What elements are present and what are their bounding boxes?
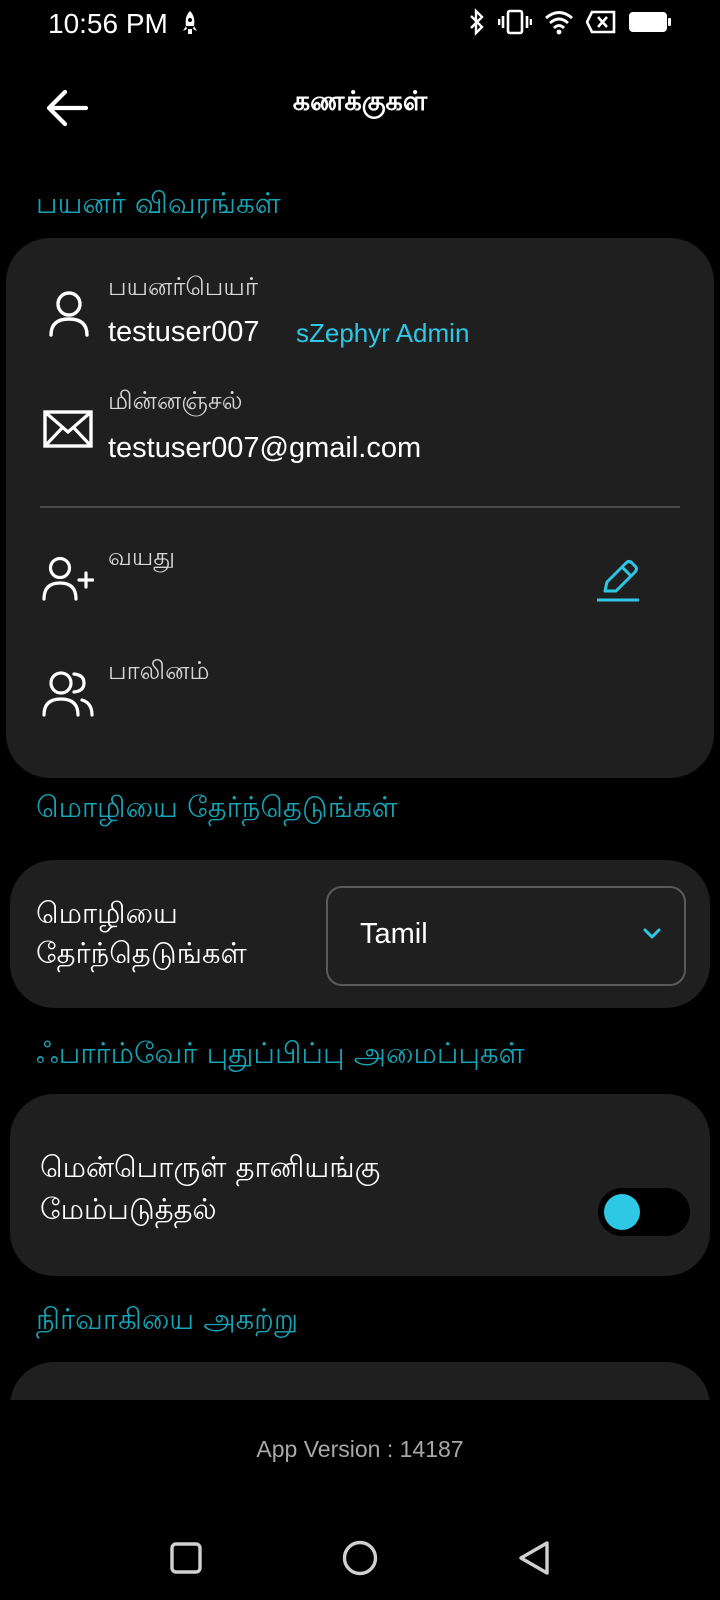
auto-update-toggle[interactable] — [598, 1188, 690, 1236]
page-title: கணக்குகள் — [292, 86, 428, 117]
auto-update-label-line2: மேம்படுத்தல் — [40, 1192, 217, 1226]
user-plus-icon — [38, 552, 98, 604]
language-label: மொழியை தேர்ந்தெடுங்கள் — [36, 893, 247, 973]
users-icon — [38, 666, 98, 720]
section-header-language: மொழியை தேர்ந்தெடுங்கள் — [36, 790, 398, 824]
language-selected-value: Tamil — [360, 918, 428, 950]
no-sim-icon — [586, 10, 616, 34]
section-header-firmware: ஃபார்ம்வேர் புதுப்பிப்பு அமைப்புகள் — [36, 1036, 525, 1070]
admin-badge: sZephyr Admin — [296, 318, 470, 348]
gender-label: பாலினம் — [108, 656, 210, 685]
firmware-card: மென்பொருள் தானியங்கு மேம்படுத்தல் — [10, 1094, 710, 1276]
age-label: வயது — [108, 542, 176, 571]
circle-icon — [341, 1539, 379, 1581]
divider — [40, 506, 680, 508]
edit-age-button[interactable] — [592, 556, 644, 608]
status-icons — [468, 8, 672, 36]
username-value: testuser007 — [108, 316, 260, 348]
battery-icon — [628, 10, 672, 34]
chevron-down-icon — [642, 926, 662, 945]
auto-update-label: மென்பொருள் தானியங்கு மேம்படுத்தல் — [40, 1146, 380, 1230]
app-version: App Version : 14187 — [256, 1436, 464, 1462]
app-bar: கணக்குகள் — [0, 70, 720, 150]
square-icon — [169, 1541, 203, 1579]
auto-update-label-line1: மென்பொருள் தானியங்கு — [40, 1150, 381, 1184]
section-header-remove-admin: நிர்வாகியை அகற்று — [36, 1302, 299, 1336]
wifi-icon — [544, 9, 574, 35]
nav-back-button[interactable] — [504, 1530, 564, 1590]
language-label-line1: மொழியை — [36, 896, 178, 930]
vibrate-icon — [498, 8, 532, 36]
toggle-knob — [604, 1194, 640, 1230]
email-value: testuser007@gmail.com — [108, 432, 422, 464]
user-details-card: பயனர்பெயர் testuser007 sZephyr Admin மின… — [6, 238, 714, 778]
accounts-screen: 10:56 PM கணக்குகள் பயனர் விவரங்கள் பயனர்… — [0, 0, 720, 1600]
system-nav-bar — [0, 1520, 720, 1600]
user-icon — [40, 284, 98, 342]
language-card: மொழியை தேர்ந்தெடுங்கள் Tamil — [10, 860, 710, 1008]
language-label-line2: தேர்ந்தெடுங்கள் — [36, 936, 247, 970]
home-button[interactable] — [330, 1530, 390, 1590]
status-bar: 10:56 PM — [0, 0, 720, 50]
status-time: 10:56 PM — [48, 8, 168, 39]
mail-icon — [38, 402, 98, 456]
username-label: பயனர்பெயர் — [108, 272, 258, 301]
rocket-notification-icon — [180, 10, 200, 40]
triangle-back-icon — [516, 1539, 552, 1581]
section-header-user-details: பயனர் விவரங்கள் — [36, 186, 281, 220]
email-label: மின்னஞ்சல் — [108, 386, 243, 415]
pencil-icon — [595, 557, 641, 607]
language-dropdown[interactable]: Tamil — [326, 886, 686, 986]
recents-button[interactable] — [156, 1530, 216, 1590]
bluetooth-icon — [468, 8, 486, 36]
